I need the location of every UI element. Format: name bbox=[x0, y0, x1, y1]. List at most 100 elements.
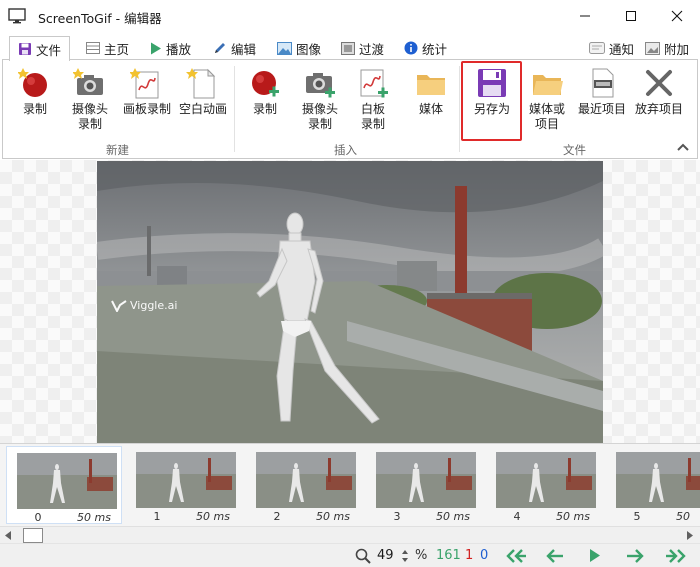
play-icon bbox=[151, 42, 161, 54]
insert-record-button[interactable]: 录制 bbox=[247, 60, 283, 117]
maximize-button[interactable] bbox=[608, 0, 654, 32]
frame-delay: 50 ms bbox=[436, 510, 470, 523]
zoom-spinner-icon[interactable] bbox=[401, 549, 409, 563]
frame-list-scrollbar[interactable] bbox=[0, 526, 700, 543]
minimize-icon bbox=[580, 15, 590, 17]
watermark: Viggle.ai bbox=[111, 299, 177, 312]
folder-icon bbox=[417, 75, 445, 95]
frame-thumbnail bbox=[17, 453, 117, 509]
frame-index: 4 bbox=[513, 510, 521, 523]
tab-label: 图像 bbox=[296, 41, 322, 57]
recent-projects-button[interactable]: 最近项目 bbox=[574, 60, 630, 117]
close-icon bbox=[671, 10, 683, 22]
frame-index: 1 bbox=[153, 510, 161, 523]
tab-label: 文件 bbox=[36, 42, 62, 58]
tab-edit[interactable]: 编辑 bbox=[213, 36, 256, 60]
last-frame-icon[interactable] bbox=[665, 549, 687, 563]
scrollbar-thumb[interactable] bbox=[23, 528, 43, 543]
floppy-icon bbox=[19, 43, 31, 55]
tab-label: 统计 bbox=[422, 41, 448, 57]
discard-project-button[interactable]: 放弃项目 bbox=[631, 60, 687, 117]
tab-stats[interactable]: 统计 bbox=[404, 36, 447, 60]
open-media-project-button[interactable]: 媒体或 项目 bbox=[523, 60, 571, 132]
tab-label: 过渡 bbox=[359, 41, 385, 57]
button-label: 空白动画 bbox=[178, 102, 227, 116]
new-board-record-button[interactable]: 画板录制 bbox=[119, 60, 175, 117]
notify-label: 通知 bbox=[609, 41, 635, 57]
frame-delay: 50 ms bbox=[556, 510, 590, 523]
scroll-left-icon[interactable] bbox=[4, 531, 12, 540]
frame-count: 161 bbox=[436, 548, 461, 563]
app-monitor-icon bbox=[8, 8, 26, 24]
button-label: 最近项目 bbox=[577, 102, 626, 116]
frame-item[interactable]: 0 50 ms bbox=[6, 446, 122, 524]
notify-button[interactable]: 通知 bbox=[589, 36, 634, 60]
save-as-highlight bbox=[461, 61, 522, 141]
frame-item[interactable]: 4 50 ms bbox=[486, 446, 602, 524]
current-frame-index: 0 bbox=[480, 548, 489, 563]
record-add-icon bbox=[252, 71, 279, 97]
frame-delay: 50 ms bbox=[196, 510, 230, 523]
frame-item[interactable]: 3 50 ms bbox=[366, 446, 482, 524]
frame-list: 0 50 ms 1 50 ms 2 50 ms 3 50 ms 4 50 ms … bbox=[0, 443, 700, 527]
button-label: 白板 录制 bbox=[360, 102, 385, 131]
ribbon-panel: 录制 摄像头 录制 画板录制 空白动画 新建 录制 摄像头 录制 白板 录制 媒… bbox=[2, 59, 698, 159]
group-label-new: 新建 bbox=[106, 143, 129, 157]
tab-image[interactable]: 图像 bbox=[277, 36, 321, 60]
record-icon bbox=[18, 68, 47, 97]
previous-frame-icon[interactable] bbox=[546, 549, 564, 563]
frame-index: 0 bbox=[34, 511, 42, 524]
message-icon bbox=[589, 42, 605, 54]
group-label-file: 文件 bbox=[563, 143, 586, 157]
insert-media-button[interactable]: 媒体 bbox=[411, 60, 451, 117]
frame-preview[interactable]: Viggle.ai bbox=[97, 161, 603, 443]
frame-delay: 50 ms bbox=[676, 510, 692, 524]
tab-play[interactable]: 播放 bbox=[150, 36, 191, 60]
frame-item[interactable]: 5 50 ms bbox=[606, 446, 700, 524]
whiteboard-icon bbox=[360, 69, 388, 98]
button-label: 录制 bbox=[252, 102, 277, 116]
first-frame-icon[interactable] bbox=[505, 549, 527, 563]
info-icon bbox=[404, 41, 418, 55]
play-frames-icon[interactable] bbox=[589, 548, 601, 563]
watermark-text: Viggle.ai bbox=[130, 299, 178, 312]
button-label: 画板录制 bbox=[122, 102, 171, 116]
zoom-unit: % bbox=[415, 548, 428, 563]
zoom-value[interactable]: 49 bbox=[377, 548, 394, 563]
new-blank-animation-button[interactable]: 空白动画 bbox=[175, 60, 231, 117]
next-frame-icon[interactable] bbox=[626, 549, 644, 563]
title-bar: ScreenToGif - 编辑器 bbox=[0, 0, 700, 33]
group-separator bbox=[459, 66, 460, 152]
frame-item[interactable]: 1 50 ms bbox=[126, 446, 242, 524]
frame-item[interactable]: 2 50 ms bbox=[246, 446, 362, 524]
attachment-image-icon bbox=[645, 41, 660, 55]
frame-delay: 50 ms bbox=[316, 510, 350, 523]
new-webcam-record-button[interactable]: 摄像头 录制 bbox=[67, 60, 113, 132]
tab-transition[interactable]: 过渡 bbox=[341, 36, 384, 60]
board-icon bbox=[130, 68, 159, 99]
minimize-button[interactable] bbox=[562, 0, 608, 32]
discard-icon bbox=[646, 70, 672, 96]
frame-thumbnail bbox=[256, 452, 356, 508]
collapse-ribbon-icon[interactable] bbox=[675, 140, 691, 154]
button-label: 摄像头 录制 bbox=[301, 102, 338, 131]
frame-thumbnail bbox=[616, 452, 700, 508]
tab-label: 主页 bbox=[104, 41, 130, 57]
scroll-right-icon[interactable] bbox=[686, 531, 694, 540]
close-button[interactable] bbox=[654, 0, 700, 32]
button-label: 摄像头 录制 bbox=[71, 102, 108, 131]
insert-whiteboard-button[interactable]: 白板 录制 bbox=[353, 60, 393, 132]
new-record-button[interactable]: 录制 bbox=[17, 60, 53, 117]
ribbon-tabs: 文件 主页 播放 编辑 图像 过渡 统计 通知 附加 bbox=[0, 36, 700, 61]
picture-icon bbox=[277, 41, 292, 55]
button-label: 媒体或 项目 bbox=[528, 102, 565, 131]
attach-button[interactable]: 附加 bbox=[645, 36, 689, 60]
frame-thumbnail bbox=[496, 452, 596, 508]
tab-file[interactable]: 文件 bbox=[9, 36, 71, 61]
tab-home[interactable]: 主页 bbox=[86, 36, 129, 60]
editor-canvas: Viggle.ai bbox=[0, 160, 700, 443]
frame-thumbnail bbox=[376, 452, 476, 508]
window-title: ScreenToGif - 编辑器 bbox=[38, 11, 162, 26]
insert-webcam-record-button[interactable]: 摄像头 录制 bbox=[297, 60, 343, 132]
camera-icon bbox=[73, 68, 103, 95]
